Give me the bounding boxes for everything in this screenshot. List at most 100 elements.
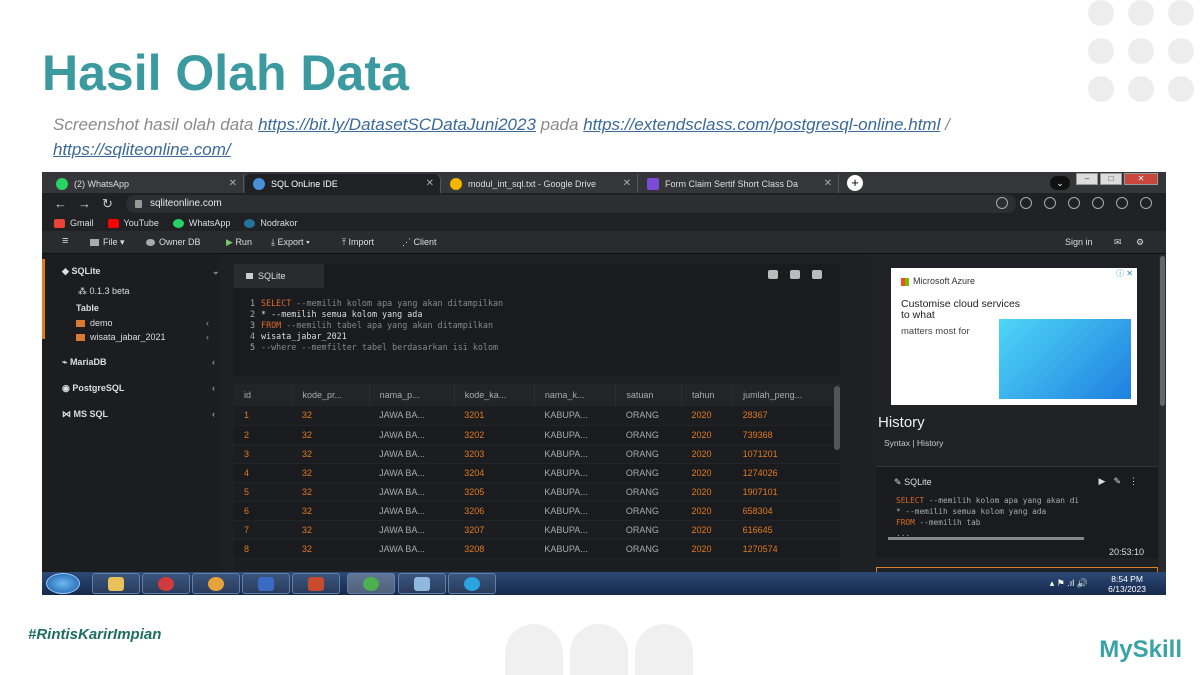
forms-icon <box>647 177 659 190</box>
bookmark-whatsapp[interactable]: WhatsApp <box>172 218 230 228</box>
new-tab-button[interactable]: + <box>847 175 863 191</box>
start-button[interactable] <box>46 573 80 594</box>
close-icon[interactable]: ✕ <box>623 178 631 189</box>
dataset-link[interactable]: https://bit.ly/DatasetSCDataJuni2023 <box>258 115 536 134</box>
more-icon[interactable]: ⋮ <box>1129 476 1146 486</box>
sidebar-item-mariadb[interactable]: ⌁ MariaDB ‹ <box>62 357 232 368</box>
share-icon[interactable] <box>1020 197 1032 209</box>
taskbar-clock[interactable]: 8:54 PM 6/13/2023 <box>1108 574 1146 594</box>
extensions-icon[interactable] <box>1068 197 1080 209</box>
bookmark-gmail[interactable]: Gmail <box>54 218 94 228</box>
table-row[interactable]: 5 32 JAWA BA... 3205 KABUPA... ORANG 2020 19071… <box>234 482 840 502</box>
table-row[interactable]: 1 32 JAWA BA... 3201 KABUPA... ORANG 2020 28367 <box>234 406 840 426</box>
grid-scrollbar[interactable] <box>834 386 840 450</box>
menu-icon[interactable] <box>1140 197 1152 209</box>
hamburger-icon[interactable]: ≡ <box>62 235 68 247</box>
close-icon[interactable]: ✕ <box>824 178 832 189</box>
url-input[interactable]: sqliteonline.com <box>126 195 1016 213</box>
tab-sql-online-ide[interactable]: SQL OnLine IDE ✕ <box>245 174 441 193</box>
sign-in-button[interactable]: Sign in <box>1065 237 1093 247</box>
google-icon[interactable] <box>996 197 1008 209</box>
profile-avatar[interactable] <box>1116 197 1128 209</box>
whatsapp-icon <box>56 177 68 190</box>
sidebar-item-postgresql[interactable]: ◉ PostgreSQL ‹ <box>62 383 232 394</box>
ad-close-icon[interactable]: ⓘ ✕ <box>1116 268 1133 279</box>
gear-icon[interactable]: ⚙ <box>1136 237 1144 248</box>
sidepanel-icon[interactable] <box>1092 197 1104 209</box>
tab-form-claim[interactable]: Form Claim Sertif Short Class Da ✕ <box>639 174 839 193</box>
mariadb-icon: ⌁ <box>62 357 68 367</box>
table-row[interactable]: 6 32 JAWA BA... 3206 KABUPA... ORANG 2020 65830… <box>234 501 840 521</box>
sql-editor[interactable]: SQLite 1 SELECT --memilih kolom apa yang … <box>234 264 840 376</box>
column-header[interactable]: id <box>234 384 293 406</box>
column-header[interactable]: jumlah_peng... <box>732 384 840 406</box>
page-scrollbar[interactable] <box>1159 254 1166 572</box>
file-menu[interactable]: File ▾ <box>90 237 125 248</box>
table-row[interactable]: 8 32 JAWA BA... 3208 KABUPA... ORANG 2020 12705… <box>234 539 840 559</box>
star-icon[interactable] <box>1044 197 1056 209</box>
sidebar-item-sqlite[interactable]: ◆ SQLite ⌄ <box>62 266 232 277</box>
refresh-icon[interactable] <box>790 270 800 279</box>
close-icon[interactable]: ✕ <box>229 178 237 189</box>
table-row[interactable]: 4 32 JAWA BA... 3204 KABUPA... ORANG 2020 12740… <box>234 463 840 483</box>
column-header[interactable]: kode_pr... <box>292 384 370 406</box>
column-header[interactable]: nama_k... <box>534 384 617 406</box>
taskbar-notes[interactable] <box>398 573 446 594</box>
bookmark-nodrakor[interactable]: Nodrakor <box>244 218 297 228</box>
postgresql-icon: ◉ <box>62 383 70 393</box>
save-icon[interactable] <box>768 270 778 279</box>
column-header[interactable]: kode_ka... <box>454 384 535 406</box>
history-card[interactable]: ✎ SQLite ▶✎⋮ SELECT --memilih kolom apa … <box>876 466 1158 558</box>
code-line: 1 SELECT --memilih kolom apa yang akan di… <box>250 298 503 309</box>
owner-db-menu[interactable]: Owner DB <box>146 237 201 247</box>
table-cell: 6 <box>234 501 292 521</box>
export-menu[interactable]: ⤓ Export ▾ <box>271 237 310 248</box>
chevron-down-icon[interactable]: ⌄ <box>1050 176 1070 190</box>
sqliteonline-link[interactable]: https://sqliteonline.com/ <box>53 140 231 159</box>
tab-google-drive[interactable]: modul_int_sql.txt - Google Drive ✕ <box>442 174 638 193</box>
client-button[interactable]: ⋰ Client <box>402 237 437 248</box>
notes-icon <box>414 577 430 591</box>
minimize-button[interactable]: – <box>1076 173 1098 185</box>
back-icon[interactable]: ← <box>54 196 67 211</box>
taskbar-telegram[interactable] <box>448 573 496 594</box>
table-row[interactable]: 3 32 JAWA BA... 3203 KABUPA... ORANG 2020 10712… <box>234 444 840 464</box>
import-button[interactable]: ⤒ Import <box>342 237 374 248</box>
add-icon[interactable] <box>812 270 822 279</box>
system-tray[interactable]: ▴ ⚑ .ıl 🔊 <box>1050 578 1088 589</box>
media-player-icon <box>158 577 174 591</box>
edit-icon[interactable]: ✎ <box>1113 476 1129 486</box>
run-button[interactable]: ▶ Run <box>226 237 252 248</box>
reload-icon[interactable]: ↻ <box>102 196 113 212</box>
table-item-demo[interactable]: demo ‹ <box>76 318 246 328</box>
taskbar-media[interactable] <box>142 573 190 594</box>
sidebar-item-mssql[interactable]: ⋈ MS SQL ‹ <box>62 409 232 420</box>
bookmark-youtube[interactable]: YouTube <box>107 218 159 228</box>
maximize-button[interactable]: □ <box>1100 173 1122 185</box>
windows-taskbar: ▴ ⚑ .ıl 🔊 8:54 PM 6/13/2023 <box>42 572 1166 595</box>
table-row[interactable]: 7 32 JAWA BA... 3207 KABUPA... ORANG 2020 61664… <box>234 520 840 540</box>
table-cell: ORANG <box>615 520 682 540</box>
taskbar-powerpoint[interactable] <box>292 573 340 594</box>
taskbar-word[interactable] <box>242 573 290 594</box>
table-cell: 32 <box>292 425 370 445</box>
column-header[interactable]: nama_p... <box>369 384 455 406</box>
editor-tab-sqlite[interactable]: SQLite <box>234 264 324 288</box>
column-header[interactable]: satuan <box>615 384 682 406</box>
extendsclass-link[interactable]: https://extendsclass.com/postgresql-onli… <box>583 115 940 134</box>
taskbar-chrome[interactable] <box>192 573 240 594</box>
scrollbar-thumb[interactable] <box>1160 256 1165 406</box>
forward-icon[interactable]: → <box>78 196 91 211</box>
table-item-wisata[interactable]: wisata_jabar_2021 ‹ <box>76 332 246 342</box>
window-close-button[interactable]: ✕ <box>1124 173 1158 185</box>
history-tabs[interactable]: Syntax | History <box>884 438 943 448</box>
close-icon[interactable]: ✕ <box>426 178 434 189</box>
taskbar-explorer[interactable] <box>92 573 140 594</box>
mail-icon[interactable]: ✉ <box>1114 237 1122 248</box>
play-icon[interactable]: ▶ <box>1099 476 1114 486</box>
tab-whatsapp[interactable]: (2) WhatsApp ✕ <box>48 174 244 193</box>
column-header[interactable]: tahun <box>681 384 734 406</box>
taskbar-chrome-active[interactable] <box>347 573 395 594</box>
azure-ad[interactable]: Microsoft Azure Customise cloud services… <box>891 268 1137 405</box>
table-row[interactable]: 2 32 JAWA BA... 3202 KABUPA... ORANG 2020 73936… <box>234 425 840 445</box>
